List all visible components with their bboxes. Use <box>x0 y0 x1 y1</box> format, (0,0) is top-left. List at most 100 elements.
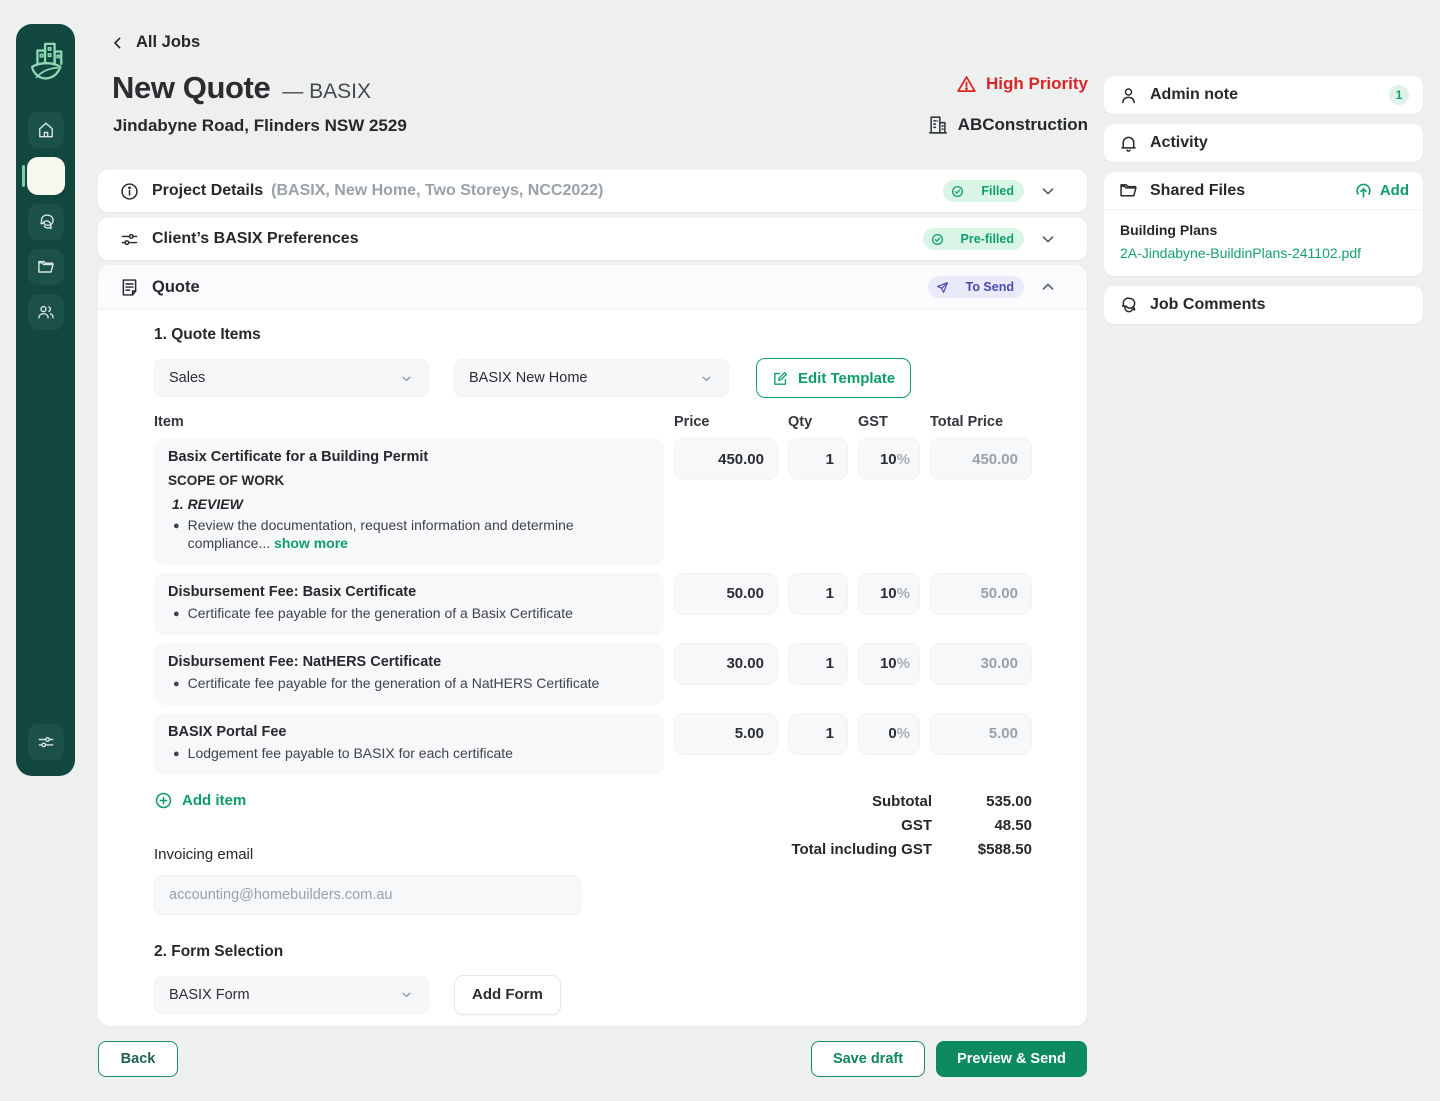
gst-input[interactable]: 10% <box>858 643 920 685</box>
prefilled-badge-label: Pre-filled <box>961 232 1015 246</box>
quote-header[interactable]: Quote To Send <box>98 265 1087 310</box>
sidebar-item-jobs[interactable] <box>27 157 65 195</box>
right-panel: Admin note 1 Activity Shared Files <box>1104 76 1423 324</box>
form-select-value: BASIX Form <box>169 987 250 1003</box>
admin-note-count-badge: 1 <box>1389 85 1409 105</box>
folder-icon <box>1118 180 1139 201</box>
admin-note-label: Admin note <box>1150 86 1238 104</box>
grand-total-row: Total including GST $588.50 <box>791 841 1032 858</box>
section-project-details[interactable]: Project Details (BASIX, New Home, Two St… <box>98 170 1087 212</box>
bell-icon <box>1118 133 1139 154</box>
edit-template-button[interactable]: Edit Template <box>756 358 911 398</box>
qty-input[interactable] <box>788 713 848 755</box>
sidebar-item-settings[interactable] <box>28 724 64 760</box>
gst-input[interactable]: 10% <box>858 438 920 480</box>
gst-input[interactable]: 10% <box>858 573 920 615</box>
item-description: ● Certificate fee payable for the genera… <box>168 605 650 623</box>
gst-input[interactable]: 0% <box>858 713 920 755</box>
percent-sign: % <box>897 451 910 468</box>
qty-input[interactable] <box>788 438 848 480</box>
home-icon <box>36 120 56 140</box>
subtotal-label: Subtotal <box>872 793 932 810</box>
item-description-text: Certificate fee payable for the generati… <box>188 605 573 623</box>
chevron-down-icon <box>399 371 414 386</box>
info-icon <box>119 181 140 202</box>
percent-sign: % <box>897 585 910 602</box>
quote-item-row: Disbursement Fee: NatHERS Certificate ● … <box>154 643 1032 705</box>
invoicing-email-input[interactable] <box>154 875 581 915</box>
upload-icon <box>1354 181 1373 200</box>
item-description-field[interactable]: BASIX Portal Fee ● Lodgement fee payable… <box>154 713 664 775</box>
quote-category-select[interactable]: Sales <box>154 359 429 397</box>
sidebar-item-home[interactable] <box>28 112 64 148</box>
active-nav-indicator <box>22 165 25 187</box>
qty-input[interactable] <box>788 643 848 685</box>
percent-sign: % <box>897 725 910 742</box>
col-item: Item <box>154 414 664 430</box>
price-input[interactable] <box>674 438 778 480</box>
company-name: ABConstruction <box>958 115 1088 135</box>
sidebar-item-contacts[interactable] <box>28 294 64 330</box>
item-description-field[interactable]: Disbursement Fee: NatHERS Certificate ● … <box>154 643 664 705</box>
page-title: New Quote — BASIX <box>112 70 371 106</box>
section-basix-preferences[interactable]: Client’s BASIX Preferences Pre-filled <box>98 218 1087 260</box>
invoicing-email-label: Invoicing email <box>154 846 791 863</box>
quote-item-row: Basix Certificate for a Building Permit … <box>154 438 1032 565</box>
price-input[interactable] <box>674 713 778 755</box>
status-badge-prefilled: Pre-filled <box>923 228 1025 250</box>
form-selection-heading: 2. Form Selection <box>154 943 1032 961</box>
job-comments-header[interactable]: Job Comments <box>1104 286 1423 324</box>
item-description-text: Certificate fee payable for the generati… <box>188 675 600 693</box>
admin-note-card: Admin note 1 <box>1104 76 1423 114</box>
add-item-label: Add item <box>182 792 246 809</box>
quote-title: Quote <box>152 278 200 297</box>
col-qty: Qty <box>788 414 848 430</box>
chevron-down-icon[interactable] <box>1039 230 1057 248</box>
price-input[interactable] <box>674 573 778 615</box>
check-circle-icon <box>931 233 944 246</box>
sidebar-item-files[interactable] <box>28 249 64 285</box>
plus-circle-icon <box>154 791 173 810</box>
save-draft-button[interactable]: Save draft <box>811 1041 925 1077</box>
quote-template-select[interactable]: BASIX New Home <box>454 359 729 397</box>
price-input[interactable] <box>674 643 778 685</box>
comments-icon <box>1118 295 1139 316</box>
sidebar-item-messages[interactable] <box>28 204 64 240</box>
add-item-button[interactable]: Add item <box>154 791 791 810</box>
gst-value: 10 <box>880 451 897 468</box>
item-description-field[interactable]: Disbursement Fee: Basix Certificate ● Ce… <box>154 573 664 635</box>
item-description-text: Review the documentation, request inform… <box>188 517 574 551</box>
form-select[interactable]: BASIX Form <box>154 976 429 1014</box>
quote-template-value: BASIX New Home <box>469 370 587 386</box>
preferences-sliders-icon <box>119 229 140 250</box>
activity-header[interactable]: Activity <box>1104 124 1423 162</box>
gst-row: GST 48.50 <box>791 817 1032 834</box>
back-to-all-jobs[interactable]: All Jobs <box>110 33 200 52</box>
chat-bubbles-icon <box>36 212 56 232</box>
qty-input[interactable] <box>788 573 848 615</box>
building-icon <box>927 114 949 136</box>
item-description-field[interactable]: Basix Certificate for a Building Permit … <box>154 438 664 565</box>
file-link[interactable]: 2A-Jindabyne-BuildinPlans-241102.pdf <box>1120 245 1407 261</box>
person-icon <box>1118 85 1139 106</box>
preview-send-button[interactable]: Preview & Send <box>936 1041 1087 1077</box>
add-form-button[interactable]: Add Form <box>454 975 561 1015</box>
add-file-button[interactable]: Add <box>1354 181 1409 200</box>
quote-totals: Subtotal 535.00 GST 48.50 Total includin… <box>791 791 1032 915</box>
item-scope-step: 1. REVIEW <box>168 496 650 512</box>
percent-sign: % <box>897 655 910 672</box>
back-button[interactable]: Back <box>98 1041 178 1077</box>
col-price: Price <box>674 414 778 430</box>
shared-files-header[interactable]: Shared Files Add <box>1104 172 1423 210</box>
subtotal-row: Subtotal 535.00 <box>791 793 1032 810</box>
chevron-up-icon[interactable] <box>1039 278 1057 296</box>
priority-status: High Priority <box>760 72 1088 96</box>
app-logo-icon <box>25 38 67 86</box>
admin-note-header[interactable]: Admin note 1 <box>1104 76 1423 114</box>
chevron-down-icon[interactable] <box>1039 182 1057 200</box>
header-meta: High Priority ABConstruction <box>760 72 1088 137</box>
status-badge-filled: Filled <box>943 180 1024 202</box>
job-comments-label: Job Comments <box>1150 296 1266 314</box>
show-more-link[interactable]: show more <box>274 535 348 551</box>
quote-table-header: Item Price Qty GST Total Price <box>154 414 1032 430</box>
